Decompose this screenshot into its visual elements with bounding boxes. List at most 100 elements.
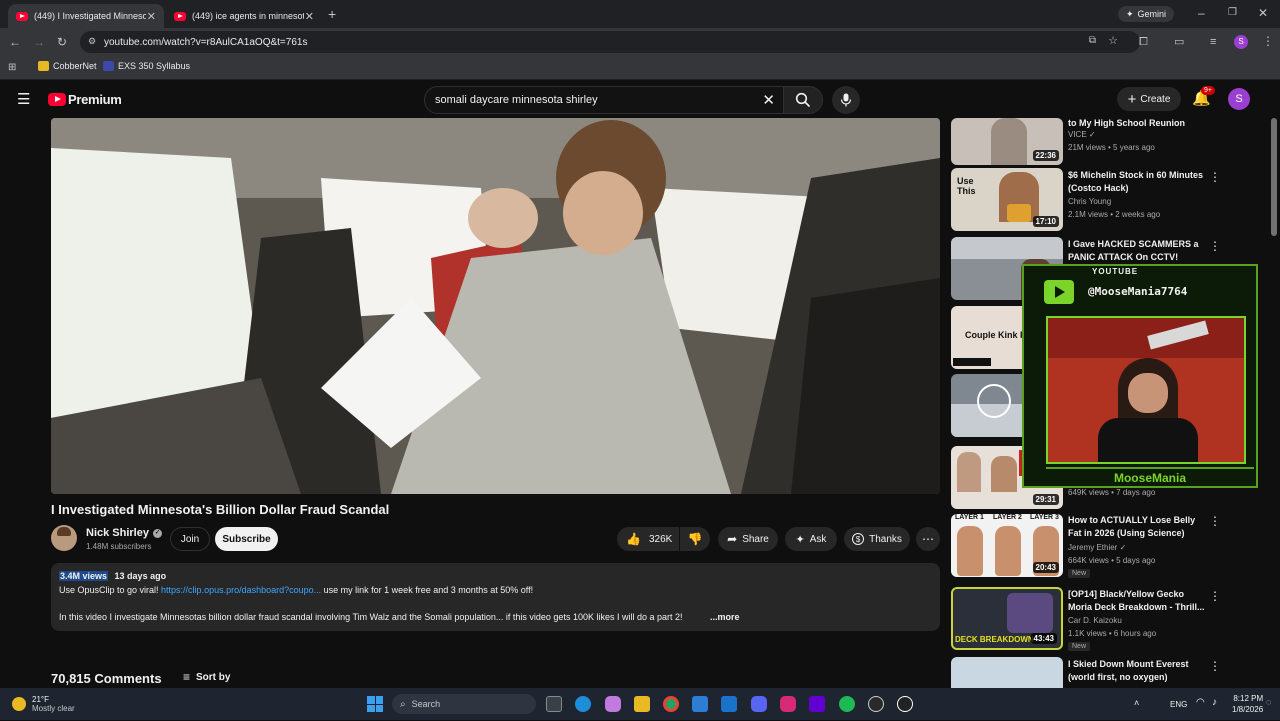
recommendation-item[interactable]: LAYER 1 LAYER 2 LAYER 3 20:43 How to ACT… xyxy=(951,514,1261,578)
recommendation-channel[interactable]: Car D. Kaizoku xyxy=(1068,616,1122,625)
address-bar[interactable]: ⚙ youtube.com/watch?v=r8AulCA1aOQ&t=761s… xyxy=(80,31,1140,53)
forward-icon[interactable]: → xyxy=(33,35,45,49)
chrome-browser-icon[interactable] xyxy=(663,696,679,712)
tab-inactive[interactable]: (449) ice agents in minnesota - ✕ xyxy=(166,4,322,28)
tab-search-icon[interactable]: ≡ xyxy=(1210,35,1216,49)
youtube-logo[interactable]: Premium xyxy=(48,92,122,107)
more-options-icon[interactable]: ⋮ xyxy=(1209,514,1221,528)
sort-by-button[interactable]: ≡ Sort by xyxy=(183,670,230,684)
search-query-text[interactable]: somali daycare minnesota shirley xyxy=(435,94,598,106)
more-actions-button[interactable]: ⋯ xyxy=(916,527,940,551)
like-button[interactable]: 👍 326K xyxy=(617,527,679,551)
more-options-icon[interactable]: ⋮ xyxy=(1209,589,1221,603)
join-button[interactable]: Join xyxy=(170,527,210,551)
recommendation-channel[interactable]: VICE ✓ xyxy=(1068,130,1096,139)
gemini-button[interactable]: ✦ Gemini xyxy=(1118,6,1174,22)
url-text[interactable]: youtube.com/watch?v=r8AulCA1aOQ&t=761s xyxy=(104,37,307,48)
discord-icon[interactable] xyxy=(751,696,767,712)
video-thumbnail[interactable]: LAYER 1 LAYER 2 LAYER 3 20:43 xyxy=(951,514,1063,577)
notifications-bell-icon[interactable]: ◌ xyxy=(1266,697,1271,707)
upload-age: 13 days ago xyxy=(114,571,167,581)
page-scrollbar[interactable] xyxy=(1271,118,1277,236)
video-thumbnail[interactable] xyxy=(951,657,1063,688)
back-icon[interactable]: ← xyxy=(9,35,21,49)
recommendation-channel[interactable]: Jeremy Ethier ✓ xyxy=(1068,543,1126,552)
description-link[interactable]: https://clip.opus.pro/dashboard?coupo... xyxy=(161,585,321,595)
description-box[interactable]: 3.4M views 13 days ago Use OpusClip to g… xyxy=(51,563,940,631)
clear-search-icon[interactable]: ✕ xyxy=(762,91,775,109)
weather-widget[interactable]: 21°F Mostly clear xyxy=(12,692,75,716)
windows-start-icon[interactable] xyxy=(367,696,383,712)
outlook-icon[interactable] xyxy=(721,696,737,712)
profile-avatar[interactable]: S xyxy=(1234,35,1248,49)
recommendation-title[interactable]: $6 Michelin Stock in 60 Minutes (Costco … xyxy=(1068,169,1206,195)
more-options-icon[interactable]: ⋮ xyxy=(1209,239,1221,253)
new-tab-icon[interactable]: + xyxy=(328,7,336,21)
reload-icon[interactable]: ↻ xyxy=(57,35,67,49)
ask-button[interactable]: ✦ Ask xyxy=(785,527,837,551)
instagram-icon[interactable] xyxy=(780,696,796,712)
more-options-icon[interactable]: ⋮ xyxy=(1209,659,1221,673)
recommendation-item[interactable]: DECK BREAKDOWN 43:43 [OP14] Black/Yellow… xyxy=(951,587,1261,651)
wifi-icon[interactable]: ◠ xyxy=(1196,697,1205,708)
media-player-icon[interactable] xyxy=(897,696,913,712)
close-tab-icon[interactable]: ✕ xyxy=(305,10,314,23)
copilot-icon[interactable] xyxy=(605,696,621,712)
video-player[interactable] xyxy=(51,118,940,494)
taskbar-search[interactable]: ⌕ Search xyxy=(392,694,536,714)
video-thumbnail[interactable]: 22:36 xyxy=(951,118,1063,165)
subscribe-button[interactable]: Subscribe xyxy=(215,527,278,551)
bookmark-cobbernet[interactable]: CobberNet xyxy=(38,61,97,71)
webcam-feed xyxy=(1046,316,1246,464)
recommendation-title[interactable]: I Gave HACKED SCAMMERS a PANIC ATTACK On… xyxy=(1068,238,1206,264)
browser-menu-icon[interactable]: ⋮ xyxy=(1262,34,1274,48)
recommendation-title[interactable]: [OP14] Black/Yellow Gecko Moria Deck Bre… xyxy=(1068,588,1206,614)
bookmark-star-icon[interactable]: ☆ xyxy=(1108,34,1118,47)
create-button[interactable]: + Create xyxy=(1117,87,1181,111)
recommendation-title[interactable]: to My High School Reunion xyxy=(1068,117,1206,130)
taskbar-clock[interactable]: 8:12 PM 1/8/2026 xyxy=(1232,693,1263,715)
tab-active[interactable]: (449) I Investigated Minnesota ✕ xyxy=(8,4,164,28)
share-button[interactable]: ➦ Share xyxy=(718,527,778,551)
apps-grid-icon[interactable]: ⊞ xyxy=(8,61,16,75)
edge-browser-icon[interactable] xyxy=(575,696,591,712)
channel-avatar[interactable] xyxy=(51,525,77,551)
video-thumbnail[interactable]: DECK BREAKDOWN 43:43 xyxy=(951,587,1063,650)
yahoo-icon[interactable] xyxy=(809,696,825,712)
site-info-icon[interactable]: ⚙ xyxy=(88,36,96,47)
language-indicator[interactable]: ENG xyxy=(1170,700,1187,709)
extensions-icon[interactable]: ⧠ xyxy=(1139,35,1148,49)
notifications-button[interactable]: 🔔 9+ xyxy=(1190,86,1218,112)
thanks-button[interactable]: $ Thanks xyxy=(844,527,910,551)
recommendation-title[interactable]: I Skied Down Mount Everest (world first,… xyxy=(1068,658,1206,684)
search-input[interactable]: somali daycare minnesota shirley ✕ xyxy=(424,86,784,114)
voice-search-button[interactable] xyxy=(832,86,860,114)
spotify-icon[interactable] xyxy=(839,696,855,712)
show-more-link[interactable]: ...more xyxy=(710,612,740,622)
channel-name[interactable]: Nick Shirley ✓ xyxy=(86,527,162,539)
volume-icon[interactable]: ♪ xyxy=(1212,697,1217,708)
task-view-icon[interactable] xyxy=(546,696,562,712)
tray-overflow-icon[interactable]: ˄ xyxy=(1134,698,1139,708)
more-options-icon[interactable]: ⋮ xyxy=(1209,170,1221,184)
install-icon[interactable]: ⧉ xyxy=(1089,35,1096,46)
minimize-icon[interactable]: – xyxy=(1198,6,1205,20)
close-tab-icon[interactable]: ✕ xyxy=(147,10,156,23)
recommendation-item[interactable]: Use This 17:10 $6 Michelin Stock in 60 M… xyxy=(951,168,1261,232)
side-panel-icon[interactable]: ▭ xyxy=(1174,35,1184,49)
close-window-icon[interactable]: ✕ xyxy=(1258,6,1268,20)
thumbs-down-icon: 👎 xyxy=(687,532,703,546)
account-avatar[interactable]: S xyxy=(1228,88,1250,110)
maximize-icon[interactable]: ❐ xyxy=(1228,6,1237,20)
recommendation-title[interactable]: How to ACTUALLY Lose Belly Fat in 2026 (… xyxy=(1068,514,1206,540)
search-button[interactable] xyxy=(783,86,823,114)
video-thumbnail[interactable]: Use This 17:10 xyxy=(951,168,1063,231)
store-icon[interactable] xyxy=(692,696,708,712)
game-app-icon[interactable] xyxy=(868,696,884,712)
bookmark-exs350[interactable]: EXS 350 Syllabus xyxy=(103,61,190,71)
recommendation-channel[interactable]: Chris Young xyxy=(1068,197,1111,206)
dislike-button[interactable]: 👎 xyxy=(680,527,710,551)
tab-title: (449) ice agents in minnesota - xyxy=(192,11,304,21)
hamburger-menu-icon[interactable]: ☰ xyxy=(17,90,30,108)
file-explorer-icon[interactable] xyxy=(634,696,650,712)
